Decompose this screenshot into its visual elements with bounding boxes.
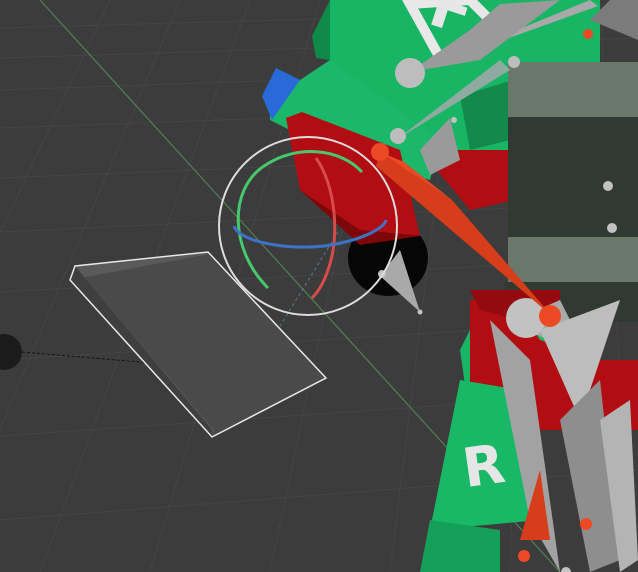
right-side-panels[interactable]	[505, 62, 638, 322]
3d-viewport[interactable]: F R	[0, 0, 638, 572]
armor-lower-letter: R	[459, 432, 509, 500]
